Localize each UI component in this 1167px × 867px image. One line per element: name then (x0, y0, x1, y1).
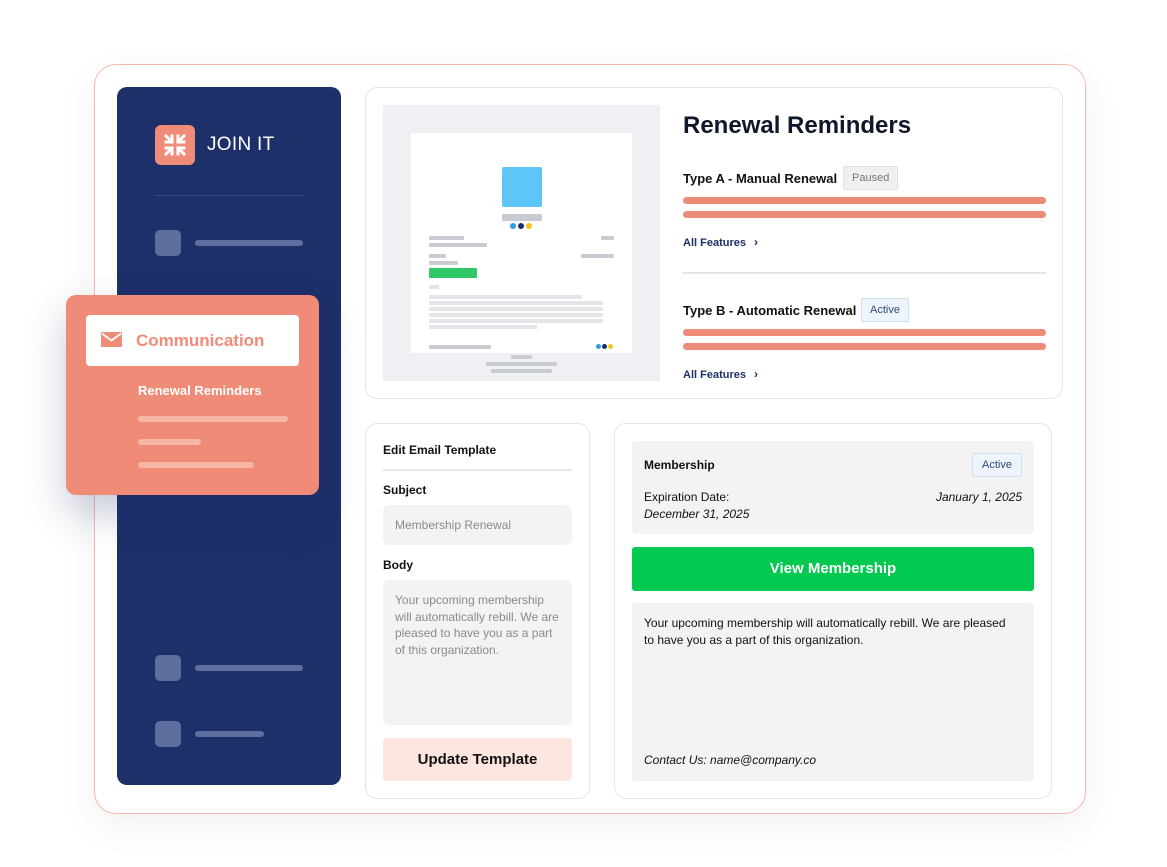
sidebar-item-icon[interactable] (155, 230, 181, 256)
email-body-text: Your upcoming membership will automatica… (644, 616, 1006, 647)
email-body-preview: Your upcoming membership will automatica… (632, 603, 1034, 781)
membership-summary: Membership Active Expiration Date: Decem… (632, 441, 1034, 534)
body-label: Body (383, 558, 413, 572)
communication-menu-card: Communication Renewal Reminders (66, 295, 319, 495)
edit-email-template-card: Edit Email Template Subject Membership R… (365, 423, 590, 799)
sidebar-item-label: Communication (136, 331, 265, 350)
sidebar-item-placeholder[interactable] (195, 665, 303, 671)
sidebar-subitem-placeholder[interactable] (138, 439, 201, 445)
sidebar-item-placeholder[interactable] (195, 731, 264, 737)
expiration-date: December 31, 2025 (644, 507, 750, 521)
edit-divider (383, 469, 572, 471)
contact-line: Contact Us: name@company.co (644, 753, 817, 767)
logo-icon (155, 125, 195, 165)
page-title: Renewal Reminders (683, 112, 912, 139)
preview-logo (502, 167, 542, 207)
start-date: January 1, 2025 (935, 490, 1022, 504)
update-template-button[interactable]: Update Template (383, 738, 572, 781)
all-features-label: All Features (683, 369, 746, 381)
expiration-label: Expiration Date: (644, 490, 730, 504)
membership-email-preview-card: Membership Active Expiration Date: Decem… (614, 423, 1052, 799)
type-a-bar (683, 197, 1046, 204)
brand-name: JOIN IT (207, 134, 275, 155)
sidebar-item-icon[interactable] (155, 721, 181, 747)
sidebar-subitem-renewal-reminders[interactable]: Renewal Reminders (138, 383, 262, 398)
chevron-right-icon: › (753, 235, 758, 249)
body-textarea[interactable]: Your upcoming membership will automatica… (383, 580, 572, 725)
sidebar-item-placeholder[interactable] (195, 240, 303, 246)
section-divider (683, 272, 1046, 274)
type-a-bar (683, 211, 1046, 218)
mail-icon (101, 332, 122, 347)
email-preview-thumbnail[interactable] (383, 105, 660, 381)
renewal-reminders-card: Renewal Reminders Type A - Manual Renewa… (365, 87, 1063, 399)
membership-title: Membership (644, 458, 715, 472)
type-a-label: Type A - Manual Renewal (683, 171, 838, 186)
type-b-bar (683, 329, 1046, 336)
type-b-bar (683, 343, 1046, 350)
all-features-link-type-b[interactable]: All Features › (683, 367, 758, 381)
sidebar-subitem-placeholder[interactable] (138, 416, 288, 422)
sidebar-subitem-placeholder[interactable] (138, 462, 254, 468)
status-badge-active: Active (972, 453, 1022, 477)
subject-input[interactable]: Membership Renewal (383, 505, 572, 545)
sidebar-item-icon[interactable] (155, 655, 181, 681)
view-membership-button[interactable]: View Membership (632, 547, 1034, 591)
sidebar-item-communication[interactable]: Communication (86, 315, 299, 366)
chevron-right-icon: › (753, 367, 758, 381)
sidebar-divider (155, 195, 303, 196)
edit-template-title: Edit Email Template (383, 443, 497, 457)
status-badge-paused: Paused (843, 166, 899, 190)
subject-label: Subject (383, 483, 427, 497)
all-features-link-type-a[interactable]: All Features › (683, 235, 758, 249)
all-features-label: All Features (683, 237, 746, 249)
type-b-label: Type B - Automatic Renewal (683, 303, 857, 318)
status-badge-active: Active (861, 298, 909, 322)
email-preview-page (411, 133, 632, 373)
